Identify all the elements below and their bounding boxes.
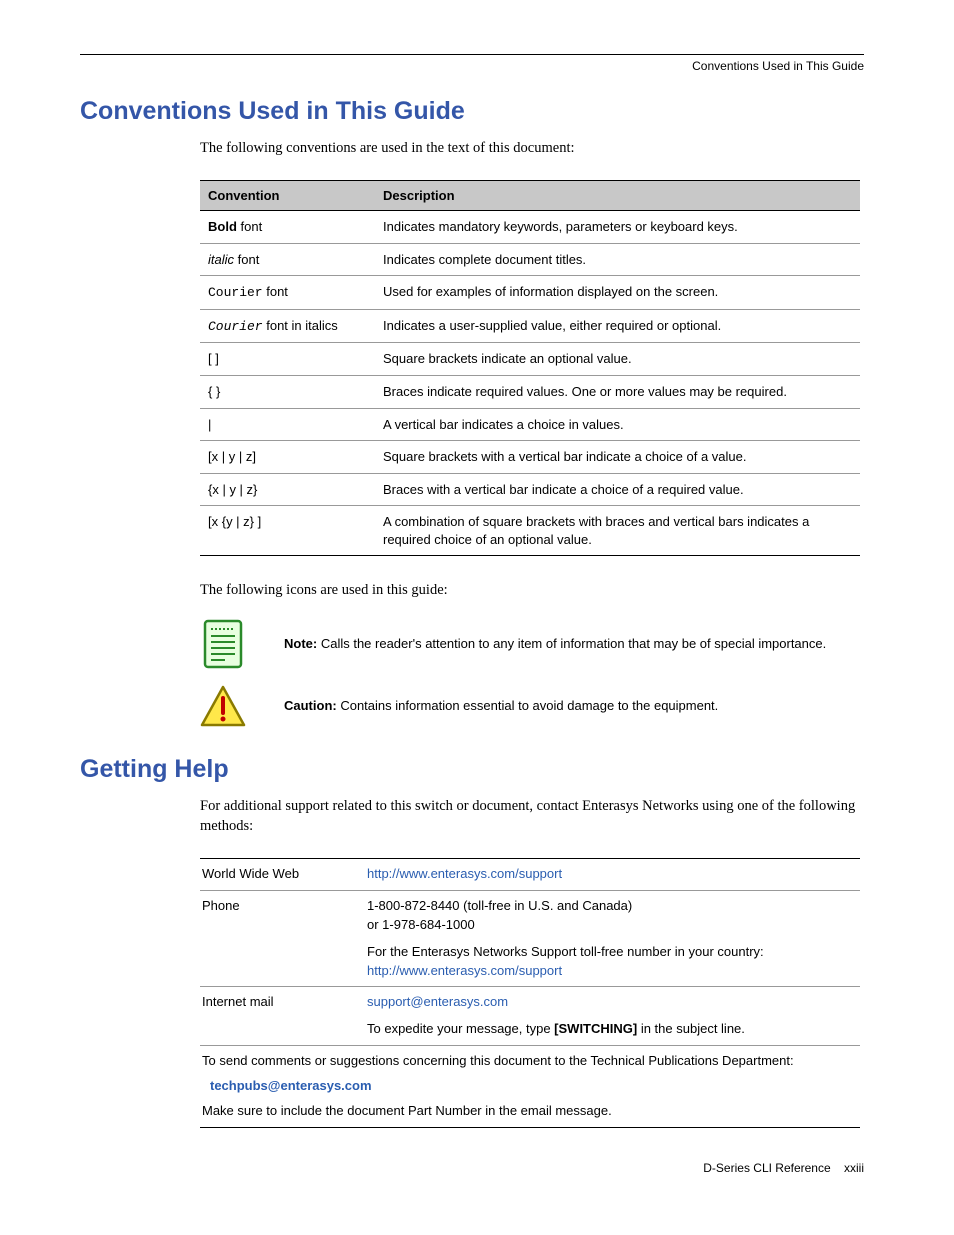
cell-text: [SWITCHING] xyxy=(554,1021,637,1036)
cell-text: in the subject line. xyxy=(637,1021,745,1036)
cell-text: font xyxy=(263,284,288,299)
note-text: Note: Calls the reader's attention to an… xyxy=(284,635,826,653)
help-intro: For additional support related to this s… xyxy=(200,796,864,837)
cell-text: To expedite your message, type xyxy=(367,1021,554,1036)
cell-text: {x | y | z} xyxy=(200,473,375,506)
table-row: Courier font Used for examples of inform… xyxy=(200,276,860,310)
link-text[interactable]: http://www.enterasys.com/support xyxy=(367,866,562,881)
link-text[interactable]: http://www.enterasys.com/support xyxy=(367,963,562,978)
cell-text: font xyxy=(234,252,259,267)
table-row: [x {y | z} ] A combination of square bra… xyxy=(200,506,860,556)
th-description: Description xyxy=(375,181,860,211)
table-row: { } Braces indicate required values. One… xyxy=(200,376,860,409)
cell-text: Courier xyxy=(208,285,263,300)
footer-doc: D-Series CLI Reference xyxy=(703,1161,830,1175)
cell-text: [ ] xyxy=(200,343,375,376)
cell-text: [x {y | z} ] xyxy=(200,506,375,556)
table-row: Internet mail support@enterasys.com To e… xyxy=(200,987,860,1046)
cell-text: A combination of square brackets with br… xyxy=(375,506,860,556)
cell-text: { } xyxy=(200,376,375,409)
table-row: Bold font Indicates mandatory keywords, … xyxy=(200,211,860,244)
cell-text: [x | y | z] xyxy=(200,441,375,474)
note-row: Note: Calls the reader's attention to an… xyxy=(200,619,864,669)
cell-text: For the Enterasys Networks Support toll-… xyxy=(367,944,764,959)
cell-text: To send comments or suggestions concerni… xyxy=(202,1053,794,1068)
cell-text: Make sure to include the document Part N… xyxy=(202,1103,612,1118)
footer-page: xxiii xyxy=(844,1161,864,1175)
table-row: Phone 1-800-872-8440 (toll-free in U.S. … xyxy=(200,891,860,987)
cell-text: Braces indicate required values. One or … xyxy=(375,376,860,409)
caution-body: Contains information essential to avoid … xyxy=(337,698,719,713)
cell-text: A vertical bar indicates a choice in val… xyxy=(375,408,860,441)
caution-label: Caution: xyxy=(284,698,337,713)
cell-text: Indicates complete document titles. xyxy=(375,243,860,276)
caution-row: Caution: Contains information essential … xyxy=(200,685,864,727)
conventions-table: Convention Description Bold font Indicat… xyxy=(200,180,860,556)
link-text[interactable]: support@enterasys.com xyxy=(367,994,508,1009)
header-rule xyxy=(80,54,864,55)
table-row: italic font Indicates complete document … xyxy=(200,243,860,276)
table-row: Courier font in italics Indicates a user… xyxy=(200,309,860,343)
cell-text: font in italics xyxy=(263,318,338,333)
cell-label: World Wide Web xyxy=(200,859,365,891)
cell-label: Phone xyxy=(200,891,365,987)
cell-text: Bold xyxy=(208,219,237,234)
table-row: To send comments or suggestions concerni… xyxy=(200,1046,860,1128)
note-icon xyxy=(200,619,246,669)
th-convention: Convention xyxy=(200,181,375,211)
cell-text: Courier xyxy=(208,319,263,334)
table-row: [ ] Square brackets indicate an optional… xyxy=(200,343,860,376)
help-table: World Wide Web http://www.enterasys.com/… xyxy=(200,858,860,1127)
conventions-intro: The following conventions are used in th… xyxy=(200,138,864,158)
table-row: World Wide Web http://www.enterasys.com/… xyxy=(200,859,860,891)
page-footer: D-Series CLI Reference xxiii xyxy=(703,1161,864,1175)
cell-text: or 1-978-684-1000 xyxy=(367,917,475,932)
cell-text: | xyxy=(200,408,375,441)
cell-text: Square brackets indicate an optional val… xyxy=(375,343,860,376)
section-title-help: Getting Help xyxy=(80,755,864,784)
icons-intro: The following icons are used in this gui… xyxy=(200,580,864,600)
cell-text: Indicates mandatory keywords, parameters… xyxy=(375,211,860,244)
note-label: Note: xyxy=(284,636,317,651)
cell-text: Braces with a vertical bar indicate a ch… xyxy=(375,473,860,506)
caution-text: Caution: Contains information essential … xyxy=(284,697,718,715)
running-header: Conventions Used in This Guide xyxy=(80,59,864,73)
link-text[interactable]: techpubs@enterasys.com xyxy=(210,1078,372,1093)
table-row: [x | y | z] Square brackets with a verti… xyxy=(200,441,860,474)
cell-text: Indicates a user-supplied value, either … xyxy=(375,309,860,343)
cell-text: Used for examples of information display… xyxy=(375,276,860,310)
caution-icon xyxy=(200,685,246,727)
cell-text: Square brackets with a vertical bar indi… xyxy=(375,441,860,474)
cell-text: 1-800-872-8440 (toll-free in U.S. and Ca… xyxy=(367,898,632,913)
cell-label: Internet mail xyxy=(200,987,365,1046)
cell-text: font xyxy=(237,219,262,234)
section-title-conventions: Conventions Used in This Guide xyxy=(80,97,864,126)
table-row: {x | y | z} Braces with a vertical bar i… xyxy=(200,473,860,506)
table-row: | A vertical bar indicates a choice in v… xyxy=(200,408,860,441)
cell-text: italic xyxy=(208,252,234,267)
note-body: Calls the reader's attention to any item… xyxy=(317,636,826,651)
